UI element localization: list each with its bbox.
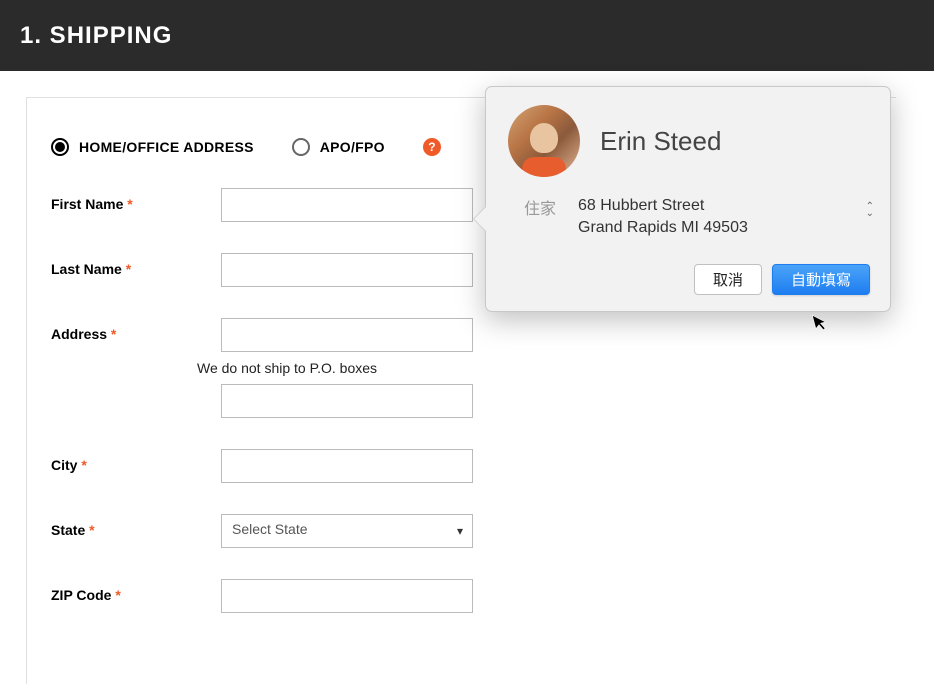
radio-filled-icon <box>51 138 69 156</box>
radio-empty-icon <box>292 138 310 156</box>
checkout-step-header: 1. SHIPPING <box>0 0 934 71</box>
city-label: City * <box>51 449 221 473</box>
first-name-label: First Name * <box>51 188 221 212</box>
autofill-contact-name: Erin Steed <box>600 126 721 157</box>
state-row: State * Select State ▾ <box>51 514 856 548</box>
address-input-column: We do not ship to P.O. boxes <box>221 318 473 418</box>
city-input[interactable] <box>221 449 473 483</box>
radio-apo-fpo[interactable]: APO/FPO <box>292 138 385 156</box>
autofill-address-line2: Grand Rapids MI 49503 <box>578 217 748 239</box>
avatar <box>508 105 580 177</box>
autofill-popup: Erin Steed 住家 68 Hubbert Street Grand Ra… <box>485 86 891 312</box>
address-row: Address * We do not ship to P.O. boxes <box>51 318 856 418</box>
radio-home-office[interactable]: HOME/OFFICE ADDRESS <box>51 138 254 156</box>
zip-label: ZIP Code * <box>51 579 221 603</box>
autofill-address-text: 68 Hubbert Street Grand Rapids MI 49503 <box>578 195 748 240</box>
state-label: State * <box>51 514 221 538</box>
autofill-address-line1: 68 Hubbert Street <box>578 195 748 217</box>
autofill-header: Erin Steed <box>508 105 870 177</box>
autofill-address-row[interactable]: 住家 68 Hubbert Street Grand Rapids MI 495… <box>524 195 870 240</box>
radio-home-label: HOME/OFFICE ADDRESS <box>79 139 254 155</box>
cancel-button[interactable]: 取消 <box>694 264 762 295</box>
address-line1-input[interactable] <box>221 318 473 352</box>
zip-input[interactable] <box>221 579 473 613</box>
state-select[interactable]: Select State <box>221 514 473 548</box>
chevron-down-icon: ⌄ <box>866 210 874 217</box>
first-name-input[interactable] <box>221 188 473 222</box>
radio-apo-label: APO/FPO <box>320 139 385 155</box>
page-title: 1. SHIPPING <box>20 22 914 50</box>
state-select-wrapper: Select State ▾ <box>221 514 473 548</box>
last-name-input[interactable] <box>221 253 473 287</box>
address-label: Address * <box>51 318 221 342</box>
autofill-address-type-label: 住家 <box>524 195 562 219</box>
autofill-button[interactable]: 自動填寫 <box>772 264 870 295</box>
zip-row: ZIP Code * <box>51 579 856 613</box>
help-icon[interactable]: ? <box>423 138 441 156</box>
autofill-button-row: 取消 自動填寫 <box>508 264 870 295</box>
address-stepper-icon[interactable]: ⌃ ⌄ <box>866 203 874 217</box>
city-row: City * <box>51 449 856 483</box>
address-helper-text: We do not ship to P.O. boxes <box>197 360 473 376</box>
last-name-label: Last Name * <box>51 253 221 277</box>
address-line2-input[interactable] <box>221 384 473 418</box>
